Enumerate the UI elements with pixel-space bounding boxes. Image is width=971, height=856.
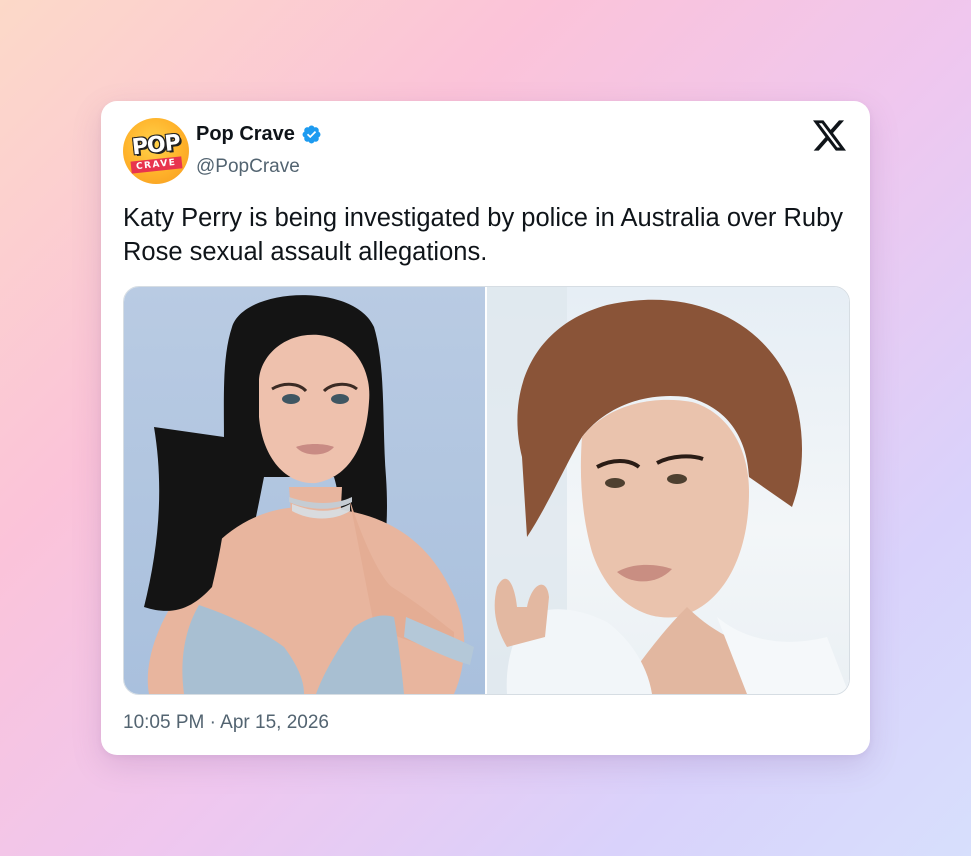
x-logo-icon[interactable] (813, 120, 846, 151)
tweet-text: Katy Perry is being investigated by poli… (123, 204, 844, 266)
author-handle[interactable]: @PopCrave (196, 156, 300, 178)
photo-katy-perry[interactable] (124, 287, 485, 694)
avatar-logo-text: POP (130, 130, 182, 161)
portrait-illustration (487, 287, 849, 694)
verified-badge-icon (302, 125, 321, 144)
media-grid[interactable] (123, 286, 850, 695)
author-display-name[interactable]: Pop Crave (196, 123, 295, 146)
avatar[interactable]: POP CRAVE (123, 118, 189, 184)
tweet-timestamp[interactable]: 10:05 PM · Apr 15, 2026 (123, 712, 329, 734)
portrait-illustration (144, 295, 474, 694)
tweet-card: POP CRAVE Pop Crave @PopCrave Katy Perry… (101, 101, 870, 755)
author-name-row: Pop Crave (196, 123, 322, 146)
photo-ruby-rose[interactable] (487, 287, 849, 694)
